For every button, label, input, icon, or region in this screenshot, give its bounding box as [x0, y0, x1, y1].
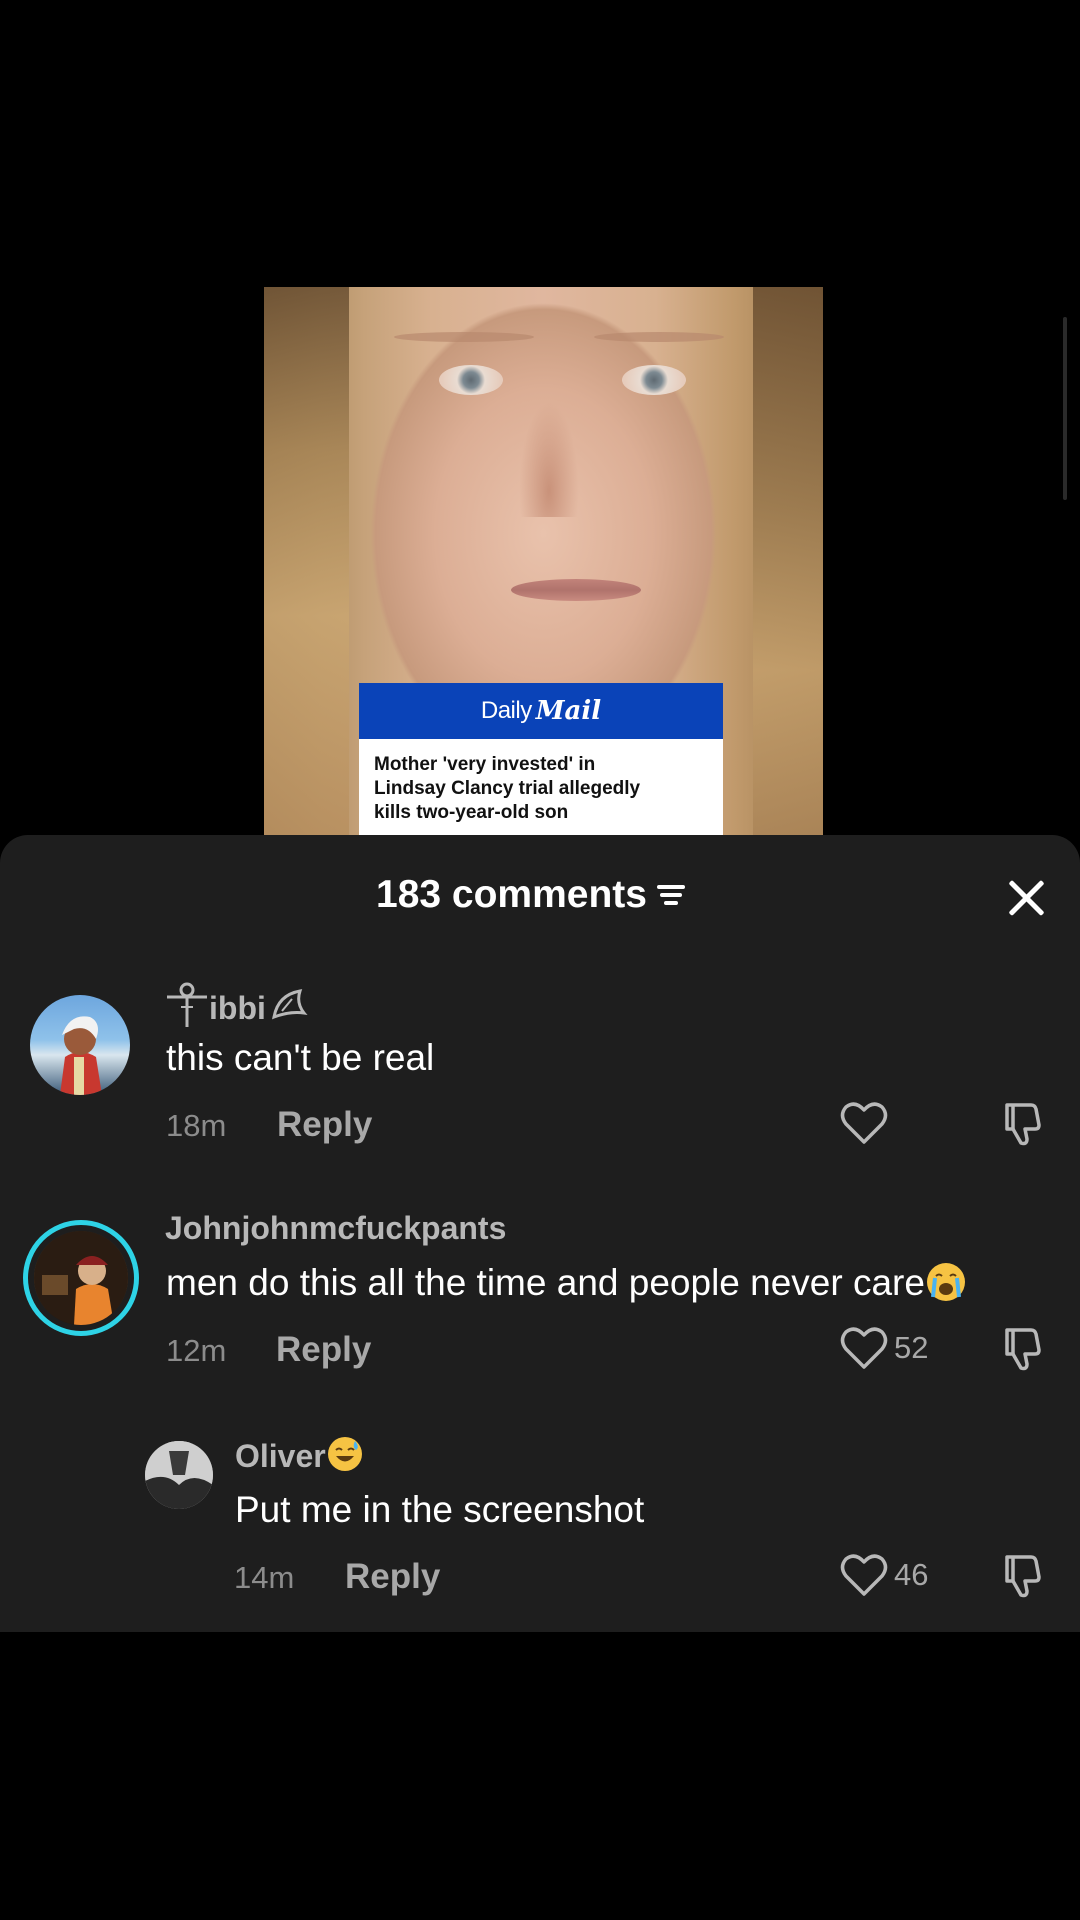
comments-header: 183 comments	[0, 835, 1080, 955]
comments-title: 183 comments	[376, 875, 685, 914]
comment-item: Johnjohnmcfuckpants men do this all the …	[0, 1210, 1080, 1410]
news-card: Daily Mail Mother 'very invested' in Lin…	[359, 683, 723, 835]
croissant-symbol-icon	[270, 987, 308, 1031]
dislike-button[interactable]	[1001, 1324, 1049, 1377]
like-button[interactable]: 52	[840, 1326, 928, 1370]
dislike-button[interactable]	[1001, 1099, 1049, 1152]
comment-username[interactable]: ibbi	[165, 979, 308, 1037]
comment-text-body: men do this all the time and people neve…	[166, 1262, 925, 1303]
comment-time: 14m	[234, 1560, 295, 1595]
screen: Daily Mail Mother 'very invested' in Lin…	[0, 0, 1080, 1920]
like-count: 46	[894, 1557, 929, 1592]
avatar-story-ring[interactable]	[23, 1220, 139, 1336]
comment-text: men do this all the time and people neve…	[166, 1262, 965, 1304]
reply-item: Oliver Put me in the screenshot 14m Repl…	[0, 1435, 1080, 1635]
loudly-crying-face-emoji	[926, 1263, 965, 1301]
thumbs-down-icon	[1005, 1555, 1041, 1598]
reply-button[interactable]: Reply	[345, 1557, 440, 1597]
logo-daily: Daily	[480, 697, 532, 724]
right-eye	[622, 365, 686, 395]
avatar-art	[34, 1231, 128, 1325]
like-count: 52	[894, 1330, 929, 1365]
reply-button[interactable]: Reply	[276, 1330, 371, 1370]
reply-button[interactable]: Reply	[277, 1105, 372, 1145]
comment-username[interactable]: Oliver	[235, 1437, 362, 1475]
daily-mail-logo: Daily Mail	[359, 683, 723, 739]
comment-item: ibbi this can't be real 18m Reply	[0, 975, 1080, 1175]
avatar	[34, 1231, 128, 1325]
comments-sheet: 183 comments ibbi this can't be real 18m…	[0, 835, 1080, 1632]
news-headline: Mother 'very invested' in Lindsay Clancy…	[359, 739, 723, 825]
left-brow	[394, 332, 534, 342]
comment-time: 18m	[166, 1108, 227, 1143]
ankh-symbol-icon	[165, 979, 209, 1037]
hair-right	[753, 287, 823, 835]
scroll-indicator[interactable]	[1063, 317, 1067, 500]
headline-line: Mother 'very invested' in	[374, 754, 596, 775]
comment-username[interactable]: Johnjohnmcfuckpants	[165, 1210, 506, 1247]
like-button[interactable]	[840, 1101, 894, 1145]
logo-mail: Mail	[535, 696, 602, 726]
hair-left	[264, 287, 349, 835]
avatar-art	[145, 1441, 213, 1509]
heart-outline-icon	[840, 1554, 888, 1596]
nose	[514, 387, 584, 517]
close-icon[interactable]	[1005, 877, 1047, 919]
avatar-art	[60, 1016, 102, 1095]
right-brow	[594, 332, 724, 342]
grinning-sweat-face-emoji	[327, 1437, 362, 1471]
headline-line: Lindsay Clancy trial allegedly	[374, 778, 641, 799]
comment-text: this can't be real	[166, 1037, 435, 1078]
left-eye	[439, 365, 503, 395]
comments-count-label: 183 comments	[376, 873, 647, 916]
comment-text: Put me in the screenshot	[235, 1489, 645, 1530]
heart-outline-icon	[840, 1102, 888, 1144]
video-preview[interactable]: Daily Mail Mother 'very invested' in Lin…	[264, 287, 823, 835]
avatar[interactable]	[30, 995, 130, 1095]
heart-outline-icon	[840, 1327, 888, 1369]
thumbs-down-icon	[1005, 1103, 1041, 1146]
avatar[interactable]	[145, 1441, 213, 1509]
thumbs-down-icon	[1005, 1328, 1041, 1371]
mouth	[511, 579, 641, 601]
username-text: Oliver	[235, 1438, 326, 1474]
headline-line: kills two-year-old son	[374, 802, 569, 823]
sort-lines-icon[interactable]	[655, 881, 685, 909]
dislike-button[interactable]	[1001, 1551, 1049, 1604]
comment-time: 12m	[166, 1333, 227, 1368]
username-text: ibbi	[209, 990, 266, 1026]
like-button[interactable]: 46	[840, 1553, 928, 1597]
